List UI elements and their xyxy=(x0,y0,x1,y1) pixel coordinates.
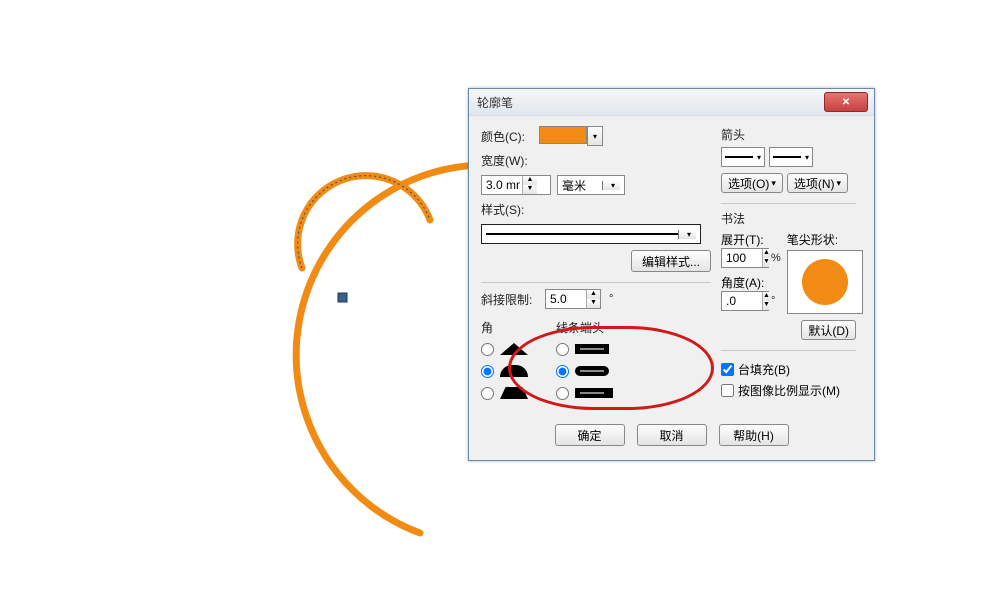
style-label: 样式(S): xyxy=(481,201,533,218)
behind-fill-row[interactable]: 台填充(B) xyxy=(721,361,856,378)
miter-spinner[interactable]: ▲▼ xyxy=(545,289,601,309)
width-value-spinner[interactable]: ▲▼ xyxy=(481,175,551,195)
outline-pen-dialog: 轮廓笔 ✕ 颜色(C): ▾ 宽度(W): ▲▼ xyxy=(468,88,875,461)
cap-option-butt[interactable] xyxy=(556,340,613,358)
scale-with-image-row[interactable]: 按图像比例显示(M) xyxy=(721,382,856,399)
scale-label: 按图像比例显示(M) xyxy=(738,382,840,399)
separator xyxy=(721,350,856,351)
penshape-label: 笔尖形状: xyxy=(787,231,863,248)
corner-option-round[interactable] xyxy=(481,362,528,380)
miter-input[interactable] xyxy=(546,290,586,308)
spin-up-icon[interactable]: ▲ xyxy=(523,176,537,185)
stretch-spinner[interactable]: ▲▼ xyxy=(721,248,769,268)
ok-button[interactable]: 确定 xyxy=(555,424,625,446)
width-input[interactable] xyxy=(482,176,522,194)
close-icon: ✕ xyxy=(842,97,850,108)
cap-option-round[interactable] xyxy=(556,362,613,380)
arrow-end-select[interactable]: ▾ xyxy=(769,147,813,167)
spin-up-icon[interactable]: ▲ xyxy=(587,290,600,299)
cap-radio-round[interactable] xyxy=(556,365,569,378)
corner-radio-round[interactable] xyxy=(481,365,494,378)
stretch-suffix: % xyxy=(771,252,781,264)
calligraphy-title: 书法 xyxy=(721,210,856,227)
dropdown-icon: ▾ xyxy=(678,230,696,239)
dialog-footer: 确定 取消 帮助(H) xyxy=(481,424,862,446)
right-column: 箭头 ▾ ▾ 选项(O) 选项(N) 书法 展开(T): xyxy=(721,126,856,402)
behind-fill-checkbox[interactable] xyxy=(721,363,734,376)
cancel-button[interactable]: 取消 xyxy=(637,424,707,446)
cap-square-icon xyxy=(575,388,613,398)
line-style-preview xyxy=(486,233,678,235)
cap-butt-icon xyxy=(575,344,609,354)
spin-down-icon[interactable]: ▼ xyxy=(763,258,770,267)
cap-option-square[interactable] xyxy=(556,384,613,402)
angle-input[interactable] xyxy=(722,292,762,310)
miter-suffix: ° xyxy=(609,293,613,305)
cap-round-icon xyxy=(575,366,609,376)
color-label: 颜色(C): xyxy=(481,128,533,145)
help-button[interactable]: 帮助(H) xyxy=(719,424,789,446)
cap-radio-square[interactable] xyxy=(556,387,569,400)
arrows-group: 箭头 ▾ ▾ 选项(O) 选项(N) xyxy=(721,126,856,199)
miter-label: 斜接限制: xyxy=(481,291,539,308)
corner-radio-sharp[interactable] xyxy=(481,343,494,356)
stretch-input[interactable] xyxy=(722,249,762,267)
caps-label: 线条端头 xyxy=(556,319,613,336)
corner-radio-bevel[interactable] xyxy=(481,387,494,400)
arrows-title: 箭头 xyxy=(721,126,856,143)
color-swatch[interactable] xyxy=(539,126,587,144)
angle-suffix: ° xyxy=(771,295,775,307)
style-select[interactable]: ▾ xyxy=(481,224,701,244)
close-button[interactable]: ✕ xyxy=(824,92,868,112)
spin-up-icon[interactable]: ▲ xyxy=(763,249,770,258)
width-unit-label: 毫米 xyxy=(562,177,602,194)
corner-sharp-icon xyxy=(500,343,528,355)
spin-down-icon[interactable]: ▼ xyxy=(587,299,600,308)
corner-option-sharp[interactable] xyxy=(481,340,528,358)
dropdown-icon: ▾ xyxy=(602,181,620,190)
stretch-label: 展开(T): xyxy=(721,231,781,248)
corners-group: 角 xyxy=(481,319,528,402)
arrow-end-options-button[interactable]: 选项(N) xyxy=(787,173,848,193)
angle-spinner[interactable]: ▲▼ xyxy=(721,291,769,311)
caps-group: 线条端头 xyxy=(556,319,613,402)
left-column: 颜色(C): ▾ 宽度(W): ▲▼ 毫米 ▾ xyxy=(481,126,711,402)
scale-checkbox[interactable] xyxy=(721,384,734,397)
edit-style-button[interactable]: 编辑样式... xyxy=(631,250,711,272)
spin-down-icon[interactable]: ▼ xyxy=(763,301,770,310)
calligraphy-group: 书法 展开(T): ▲▼ % 角度(A): xyxy=(721,210,856,346)
arrow-start-options-button[interactable]: 选项(O) xyxy=(721,173,783,193)
corner-bevel-icon xyxy=(500,387,528,399)
width-label: 宽度(W): xyxy=(481,152,533,169)
separator xyxy=(481,282,711,283)
corners-label: 角 xyxy=(481,319,528,336)
behind-fill-label: 台填充(B) xyxy=(738,361,790,378)
pen-dot-icon xyxy=(802,259,848,305)
width-unit-select[interactable]: 毫米 ▾ xyxy=(557,175,625,195)
cap-radio-butt[interactable] xyxy=(556,343,569,356)
corner-option-bevel[interactable] xyxy=(481,384,528,402)
spin-up-icon[interactable]: ▲ xyxy=(763,292,770,301)
default-button[interactable]: 默认(D) xyxy=(801,320,856,340)
color-dropdown-icon[interactable]: ▾ xyxy=(587,126,603,146)
separator xyxy=(721,203,856,204)
spin-down-icon[interactable]: ▼ xyxy=(523,185,537,194)
angle-label: 角度(A): xyxy=(721,274,781,291)
corner-round-icon xyxy=(500,365,528,377)
penshape-preview xyxy=(787,250,863,314)
dialog-title: 轮廓笔 xyxy=(477,94,824,111)
arrow-start-select[interactable]: ▾ xyxy=(721,147,765,167)
titlebar[interactable]: 轮廓笔 ✕ xyxy=(469,89,874,116)
